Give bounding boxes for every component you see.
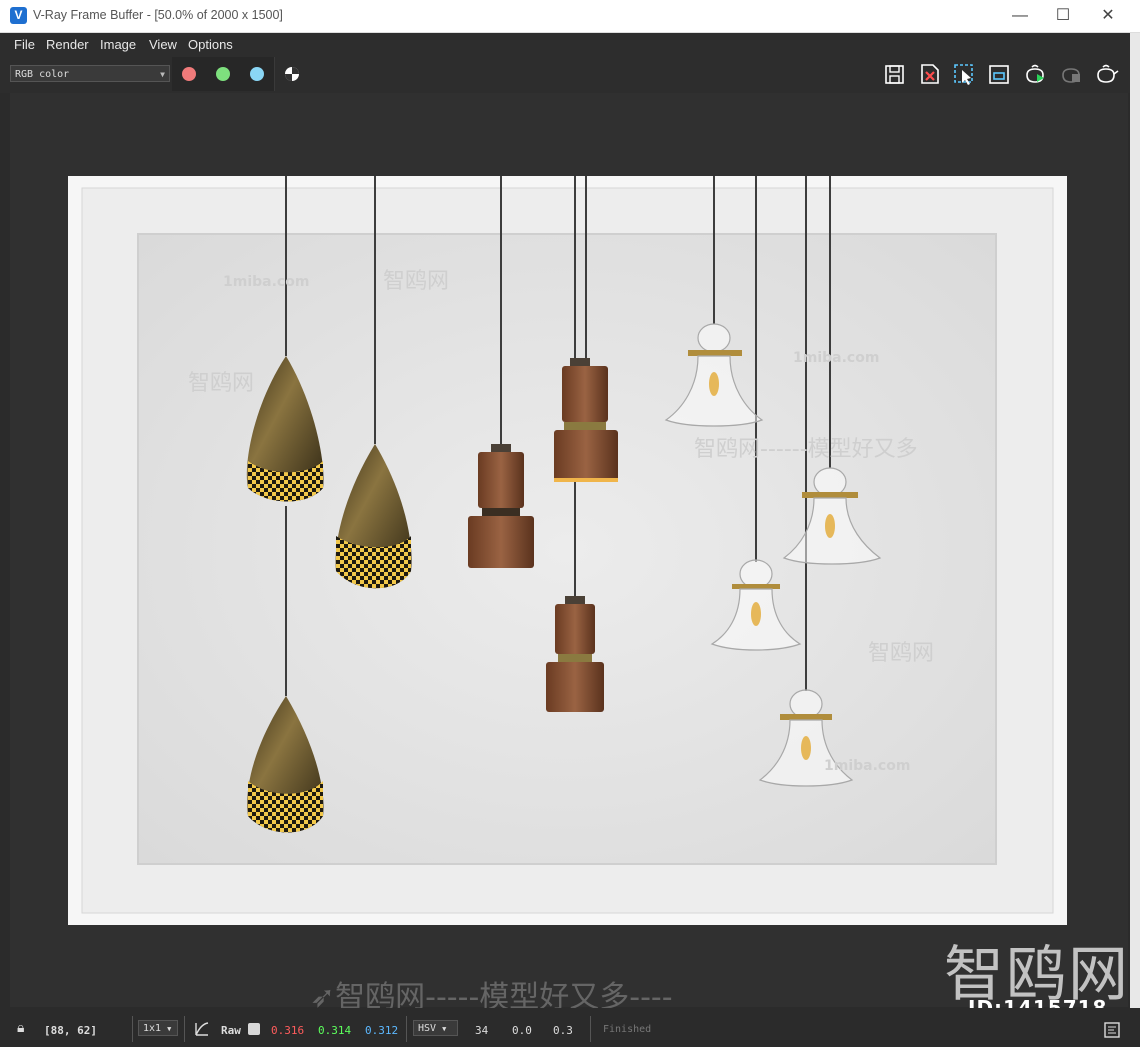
vray-logo-icon: V	[10, 7, 27, 24]
channel-select-value: RGB color	[15, 69, 70, 80]
chevron-down-icon: ▼	[160, 70, 165, 79]
separator	[406, 1016, 407, 1042]
red-channel-toggle[interactable]	[172, 57, 207, 91]
blue-dot-icon	[250, 67, 264, 81]
value-value: 0.3	[553, 1024, 573, 1037]
green-dot-icon	[216, 67, 230, 81]
separator	[184, 1016, 185, 1042]
menu-render[interactable]: Render	[46, 37, 89, 52]
alpha-channel-icon[interactable]	[280, 62, 304, 86]
pixel-coords: [88, 62]	[44, 1024, 97, 1037]
watermark-small-text: 智鸥网	[383, 269, 449, 294]
red-dot-icon	[182, 67, 196, 81]
blue-channel-toggle[interactable]	[240, 57, 275, 91]
red-value: 0.316	[271, 1024, 305, 1037]
stop-render-icon[interactable]	[1093, 61, 1119, 87]
rendered-image: 智鸥网------模型好又多 1miba.com 1miba.com 1miba…	[68, 176, 1067, 925]
close-button[interactable]: ✕	[1086, 4, 1130, 28]
menu-file[interactable]: File	[14, 37, 35, 52]
lock-cursor-icon[interactable]: 🔒︎	[17, 1019, 24, 1036]
watermark-small-text-2: 智鸥网	[188, 371, 254, 396]
track-mouse-icon[interactable]	[986, 61, 1012, 87]
raw-label: Raw	[221, 1024, 241, 1037]
menu-image[interactable]: Image	[100, 37, 136, 52]
log-panel-icon[interactable]	[1104, 1022, 1120, 1038]
channel-select[interactable]: RGB color ▼	[10, 65, 170, 82]
status-bar: 🔒︎ [88, 62] 1x1 ▼ Raw 0.316 0.314 0.312 …	[0, 1008, 1140, 1047]
watermark-site-text-3: 1miba.com	[824, 758, 910, 774]
separator	[590, 1016, 591, 1042]
green-channel-toggle[interactable]	[206, 57, 241, 91]
watermark-site-text: 1miba.com	[223, 274, 309, 290]
saturation-value: 0.0	[512, 1024, 532, 1037]
save-image-icon[interactable]	[882, 61, 908, 87]
render-interactive-icon[interactable]	[1058, 61, 1084, 87]
pixel-color-swatch	[248, 1023, 260, 1035]
hue-value: 34	[475, 1024, 489, 1037]
menu-bar: File Render Image View Options	[0, 33, 1140, 57]
color-mode-select[interactable]: HSV ▼	[413, 1020, 458, 1036]
watermark-middle-text: 智鸥网------模型好又多	[694, 437, 918, 462]
title-bar: V V-Ray Frame Buffer - [50.0% of 2000 x …	[0, 0, 1140, 33]
watermark-small-text-3: 智鸥网	[868, 641, 934, 666]
zoom-select-value: 1x1	[143, 1023, 162, 1034]
toolbar: RGB color ▼	[0, 57, 1140, 93]
render-status: Finished	[603, 1024, 652, 1035]
render-icon[interactable]	[1022, 61, 1048, 87]
green-value: 0.314	[318, 1024, 352, 1037]
maximize-button[interactable]: ☐	[1041, 4, 1085, 28]
window-title: V-Ray Frame Buffer - [50.0% of 2000 x 15…	[33, 8, 283, 22]
menu-options[interactable]: Options	[188, 37, 233, 52]
watermark-site-text-2: 1miba.com	[793, 350, 879, 366]
color-correction-curve-icon[interactable]	[193, 1020, 211, 1038]
separator	[132, 1016, 133, 1042]
color-mode-value: HSV	[418, 1023, 437, 1034]
minimize-button[interactable]: —	[998, 4, 1042, 28]
menu-view[interactable]: View	[149, 37, 177, 52]
region-render-icon[interactable]	[951, 61, 977, 87]
blue-value: 0.312	[365, 1024, 399, 1037]
zoom-select[interactable]: 1x1 ▼	[138, 1020, 178, 1036]
clear-image-icon[interactable]	[917, 61, 943, 87]
background-window-edge	[1130, 33, 1140, 1008]
